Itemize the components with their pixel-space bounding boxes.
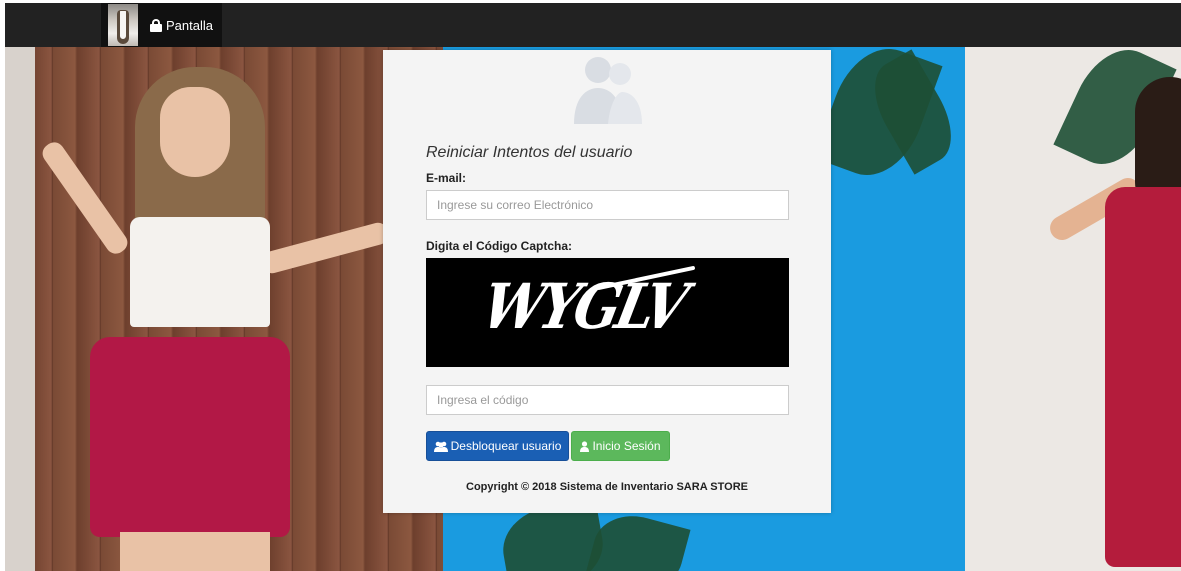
brand-thumbnail — [108, 4, 138, 46]
model-photo-right — [1045, 77, 1181, 571]
reset-attempts-card: Reiniciar Intentos del usuario E-mail: D… — [383, 50, 831, 513]
email-input[interactable] — [426, 190, 789, 220]
email-label: E-mail: — [426, 171, 467, 185]
copyright-prefix: Copyright © 2018 — [466, 481, 560, 493]
unlock-user-label: Desbloquear usuario — [450, 439, 562, 453]
captcha-text: WYGLV — [476, 269, 691, 343]
copyright-brand: Sistema de Inventario SARA STORE — [559, 481, 748, 493]
navbar-brand[interactable]: Pantalla — [101, 3, 222, 47]
brand-label: Pantalla — [166, 17, 213, 33]
copyright-footer: Copyright © 2018 Sistema de Inventario S… — [383, 481, 831, 493]
background-wall-strip — [5, 47, 35, 571]
login-button[interactable]: Inicio Sesión — [571, 431, 670, 461]
users-silhouette-icon — [574, 57, 642, 124]
unlock-user-button[interactable]: Desbloquear usuario — [426, 431, 569, 461]
lock-icon — [150, 18, 162, 32]
user-icon — [580, 440, 590, 452]
captcha-label: Digita el Código Captcha: — [426, 239, 573, 253]
model-photo-left — [38, 67, 391, 571]
form-title: Reiniciar Intentos del usuario — [426, 144, 633, 161]
users-icon — [433, 441, 448, 452]
top-navbar: Pantalla — [5, 3, 1181, 47]
login-label: Inicio Sesión — [592, 439, 661, 453]
captcha-code-input[interactable] — [426, 385, 789, 415]
captcha-image: WYGLV — [426, 258, 789, 367]
